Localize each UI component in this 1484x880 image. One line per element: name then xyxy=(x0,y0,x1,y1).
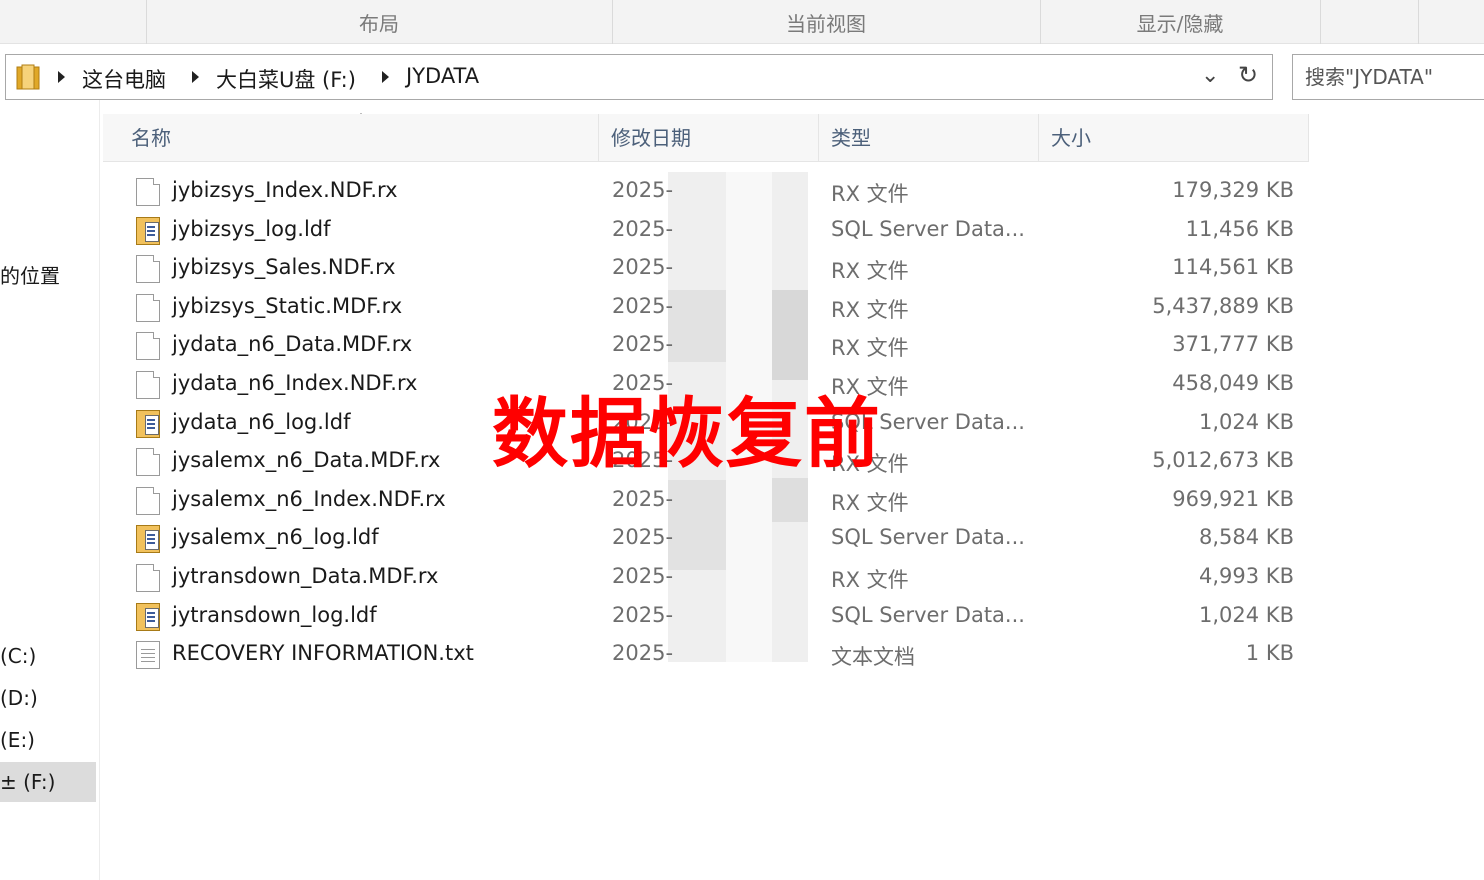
file-type: SQL Server Data... xyxy=(831,525,1025,550)
file-type: RX 文件 xyxy=(831,336,909,361)
breadcrumb-jydata[interactable]: JYDATA xyxy=(406,64,479,88)
nav-item-drive-d[interactable]: (D:) xyxy=(0,678,38,718)
file-row[interactable]: jysalemx_n6_log.ldf 2025- SQL Server Data.… xyxy=(128,520,1308,558)
ribbon-group-layout[interactable]: 布局 xyxy=(146,8,612,37)
file-row[interactable]: jydata_n6_Data.MDF.rx 2025- RX 文件 371,777 K… xyxy=(128,327,1308,365)
file-date: 2025- xyxy=(612,332,674,357)
file-name: jytransdown_Data.MDF.rx xyxy=(172,564,439,588)
file-type: RX 文件 xyxy=(831,182,909,206)
nav-item-drive-c[interactable]: (C:) xyxy=(0,636,36,676)
file-size: 371,777 KB xyxy=(1172,332,1294,357)
blank-file-icon xyxy=(136,486,160,515)
file-name: jysalemx_n6_log.ldf xyxy=(172,525,379,550)
file-row[interactable]: jybizsys_Index.NDF.rx 2025- RX 文件 179,329 K… xyxy=(128,173,1308,211)
file-row[interactable]: jytransdown_Data.MDF.rx 2025- RX 文件 4,993 K… xyxy=(128,559,1308,597)
ribbon-separator xyxy=(1418,0,1419,44)
file-date: 2025- xyxy=(612,602,674,627)
file-name: jytransdown_log.ldf xyxy=(172,602,377,627)
file-type: 文本文档 xyxy=(831,645,915,670)
file-size: 5,437,889 KB xyxy=(1152,293,1294,318)
file-name: jybizsys_Index.NDF.rx xyxy=(172,178,398,202)
address-bar[interactable]: 这台电脑 大白菜U盘 (F:) JYDATA ⌄ ↻ xyxy=(5,54,1273,100)
file-row[interactable]: jybizsys_log.ldf 2025- SQL Server Data... 1… xyxy=(128,212,1308,250)
ribbon: 布局 当前视图 显示/隐藏 xyxy=(0,0,1484,44)
column-header-date[interactable]: 修改日期 xyxy=(599,114,819,162)
ribbon-separator xyxy=(1320,0,1321,44)
file-row[interactable]: jysalemx_n6_Index.NDF.rx 2025- RX 文件 969,92… xyxy=(128,482,1308,520)
sql-log-file-icon xyxy=(136,602,160,631)
blank-file-icon xyxy=(136,332,160,361)
text-file-icon xyxy=(136,641,160,670)
column-header-type[interactable]: 类型 xyxy=(819,114,1039,162)
file-date: 2025- xyxy=(612,564,674,588)
file-size: 1,024 KB xyxy=(1199,409,1294,434)
file-row[interactable]: jybizsys_Sales.NDF.rx 2025- RX 文件 114,561 K… xyxy=(128,250,1308,288)
blank-file-icon xyxy=(136,564,160,592)
file-size: 11,456 KB xyxy=(1185,216,1294,241)
file-size: 8,584 KB xyxy=(1199,525,1294,550)
file-date: 2025- xyxy=(612,525,674,550)
file-type: RX 文件 xyxy=(831,259,909,284)
file-type: SQL Server Data... xyxy=(831,602,1025,627)
file-name: jysalemx_n6_Data.MDF.rx xyxy=(172,448,441,473)
file-name: jybizsys_Static.MDF.rx xyxy=(172,293,403,318)
file-name: jybizsys_log.ldf xyxy=(172,216,331,241)
file-name: jydata_n6_Index.NDF.rx xyxy=(172,371,418,395)
sql-log-file-icon xyxy=(136,525,160,554)
chevron-down-icon[interactable]: ⌄ xyxy=(1201,63,1219,88)
file-size: 458,049 KB xyxy=(1172,371,1294,395)
breadcrumb-separator-icon[interactable] xyxy=(58,71,65,83)
overlay-caption: 数据恢复前 xyxy=(492,389,882,478)
file-date: 2025- xyxy=(612,293,674,318)
file-date: 2025- xyxy=(612,486,674,511)
breadcrumb-this-pc[interactable]: 这台电脑 xyxy=(82,64,166,94)
breadcrumb-separator-icon[interactable] xyxy=(192,71,199,83)
search-box[interactable] xyxy=(1292,54,1484,100)
nav-item-locations[interactable]: 的位置 xyxy=(0,256,60,296)
navigation-pane: 的位置 (C:) (D:) (E:) ± (F:) xyxy=(0,100,100,880)
file-type: RX 文件 xyxy=(831,297,909,322)
file-name: jybizsys_Sales.NDF.rx xyxy=(172,255,396,280)
ribbon-group-show-hide[interactable]: 显示/隐藏 xyxy=(1040,8,1320,37)
file-name: RECOVERY INFORMATION.txt xyxy=(172,641,474,666)
file-size: 969,921 KB xyxy=(1172,486,1294,511)
blank-file-icon xyxy=(136,293,160,322)
file-date: 2025- xyxy=(612,641,674,666)
nav-item-drive-f[interactable]: ± (F:) xyxy=(0,762,96,802)
file-date: 2025- xyxy=(612,178,674,202)
ribbon-group-current-view[interactable]: 当前视图 xyxy=(612,8,1040,37)
file-date: 2025- xyxy=(612,216,674,241)
blank-file-icon xyxy=(136,255,160,284)
file-name: jydata_n6_Data.MDF.rx xyxy=(172,332,413,357)
folder-icon xyxy=(16,64,40,90)
blank-file-icon xyxy=(136,178,160,206)
breadcrumb-separator-icon[interactable] xyxy=(382,71,389,83)
file-size: 1 KB xyxy=(1245,641,1294,666)
file-type: RX 文件 xyxy=(831,490,909,515)
sql-log-file-icon xyxy=(136,409,160,438)
nav-item-drive-e[interactable]: (E:) xyxy=(0,720,35,760)
file-size: 114,561 KB xyxy=(1172,255,1294,280)
file-name: jysalemx_n6_Index.NDF.rx xyxy=(172,486,446,511)
file-row[interactable]: jytransdown_log.ldf 2025- SQL Server Data.… xyxy=(128,598,1308,636)
search-input[interactable] xyxy=(1305,63,1484,91)
file-size: 4,993 KB xyxy=(1199,564,1294,588)
file-name: jydata_n6_log.ldf xyxy=(172,409,351,434)
file-type: SQL Server Data... xyxy=(831,216,1025,241)
file-row[interactable]: RECOVERY INFORMATION.txt 2025- 文本文档 1 KB xyxy=(128,636,1308,674)
file-size: 1,024 KB xyxy=(1199,602,1294,627)
refresh-icon[interactable]: ↻ xyxy=(1238,61,1258,89)
blank-file-icon xyxy=(136,448,160,477)
column-header-row: 名称 修改日期 类型 大小 xyxy=(103,114,1309,162)
file-type: RX 文件 xyxy=(831,568,909,592)
sql-log-file-icon xyxy=(136,216,160,245)
file-date: 2025- xyxy=(612,255,674,280)
file-row[interactable]: jybizsys_Static.MDF.rx 2025- RX 文件 5,437,88… xyxy=(128,289,1308,327)
column-header-name[interactable]: 名称 xyxy=(119,114,599,162)
file-size: 179,329 KB xyxy=(1172,178,1294,202)
file-size: 5,012,673 KB xyxy=(1152,448,1294,473)
breadcrumb-usb-drive[interactable]: 大白菜U盘 (F:) xyxy=(216,64,356,94)
column-header-size[interactable]: 大小 xyxy=(1039,114,1309,162)
blank-file-icon xyxy=(136,371,160,399)
